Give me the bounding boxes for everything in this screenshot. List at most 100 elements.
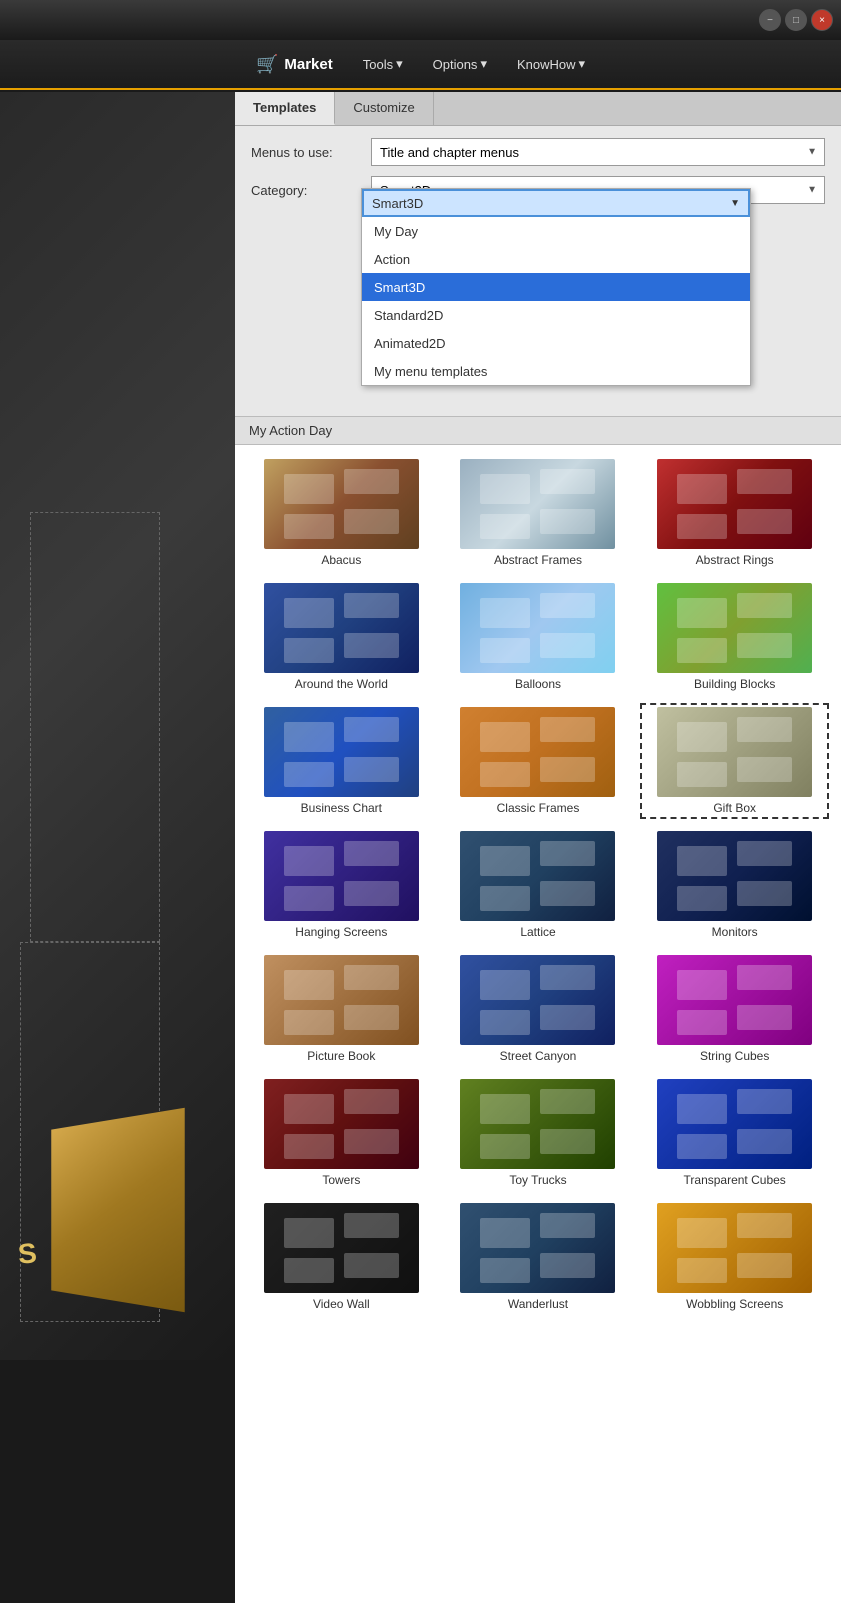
grid-item-building-blocks[interactable]: Building Blocks: [640, 579, 829, 695]
grid-item-string-cubes[interactable]: String Cubes: [640, 951, 829, 1067]
grid-item-classic-frames[interactable]: Classic Frames: [444, 703, 633, 819]
close-button[interactable]: ×: [811, 9, 833, 31]
knowhow-menu[interactable]: KnowHow ▾: [517, 56, 585, 72]
tab-bar: Templates Customize: [235, 92, 841, 126]
options-arrow: ▾: [480, 56, 487, 72]
grid-item-around-world[interactable]: Around the World: [247, 579, 436, 695]
tools-label: Tools: [363, 57, 393, 72]
grid-item-street-canyon[interactable]: Street Canyon: [444, 951, 633, 1067]
dropdown-selected-value: Smart3D: [372, 196, 423, 211]
menus-to-use-label: Menus to use:: [251, 145, 361, 160]
thumb-monitors: [657, 831, 812, 921]
options-label: Options: [433, 57, 478, 72]
grid-label-towers: Towers: [322, 1173, 360, 1187]
grid-label-business-chart: Business Chart: [301, 801, 382, 815]
thumb-hanging-screens: [264, 831, 419, 921]
grid-label-abacus: Abacus: [321, 553, 361, 567]
options-menu[interactable]: Options ▾: [433, 56, 487, 72]
thumb-wanderlust: [460, 1203, 615, 1293]
project-title-label: My Action Day: [249, 423, 332, 438]
dropdown-item-animated2d[interactable]: Animated2D: [362, 329, 750, 357]
grid-item-monitors[interactable]: Monitors: [640, 827, 829, 943]
thumb-building-blocks: [657, 583, 812, 673]
thumb-balloons: [460, 583, 615, 673]
thumb-abstract-rings: [657, 459, 812, 549]
maximize-button[interactable]: □: [785, 9, 807, 31]
grid-item-video-wall[interactable]: Video Wall: [247, 1199, 436, 1315]
thumb-lattice: [460, 831, 615, 921]
thumb-toy-trucks: [460, 1079, 615, 1169]
thumb-classic-frames: [460, 707, 615, 797]
category-dropdown[interactable]: Smart3D My Day Action Smart3D Standard2D…: [361, 188, 751, 386]
dropdown-item-smart3d[interactable]: Smart3D: [362, 273, 750, 301]
grid-item-transparent-cubes[interactable]: Transparent Cubes: [640, 1075, 829, 1191]
cart-icon: 🛒: [256, 54, 278, 75]
brand: 🛒 Market: [256, 54, 333, 75]
menus-to-use-row: Menus to use: Title and chapter menus Ti…: [251, 138, 825, 166]
dropdown-item-myday[interactable]: My Day: [362, 217, 750, 245]
grid-label-transparent-cubes: Transparent Cubes: [684, 1173, 786, 1187]
scene-content: S: [0, 92, 235, 1360]
thumb-towers: [264, 1079, 419, 1169]
grid-label-video-wall: Video Wall: [313, 1297, 370, 1311]
title-bar-controls: − □ ×: [759, 9, 833, 31]
grid-label-monitors: Monitors: [712, 925, 758, 939]
thumb-wobbling-screens: [657, 1203, 812, 1293]
tab-templates[interactable]: Templates: [235, 92, 335, 125]
grid-item-abstract-frames[interactable]: Abstract Frames: [444, 455, 633, 571]
grid-item-wanderlust[interactable]: Wanderlust: [444, 1199, 633, 1315]
thumb-string-cubes: [657, 955, 812, 1045]
tab-customize[interactable]: Customize: [335, 92, 433, 125]
grid-label-abstract-rings: Abstract Rings: [696, 553, 774, 567]
brand-label: Market: [284, 56, 332, 73]
dropdown-item-mymenu[interactable]: My menu templates: [362, 357, 750, 385]
grid-item-hanging-screens[interactable]: Hanging Screens: [247, 827, 436, 943]
grid-item-lattice[interactable]: Lattice: [444, 827, 633, 943]
menus-to-use-select[interactable]: Title and chapter menus Title menu only …: [371, 138, 825, 166]
tools-arrow: ▾: [396, 56, 403, 72]
controls-area: Menus to use: Title and chapter menus Ti…: [235, 126, 841, 226]
box-label: S: [17, 1237, 38, 1271]
grid-item-towers[interactable]: Towers: [247, 1075, 436, 1191]
grid-item-gift-box[interactable]: Gift Box: [640, 703, 829, 819]
knowhow-arrow: ▾: [579, 56, 586, 72]
grid-item-business-chart[interactable]: Business Chart: [247, 703, 436, 819]
menu-bar: 🛒 Market Tools ▾ Options ▾ KnowHow ▾: [0, 40, 841, 90]
thumb-abstract-frames: [460, 459, 615, 549]
grid-label-around-world: Around the World: [295, 677, 388, 691]
grid-label-toy-trucks: Toy Trucks: [509, 1173, 566, 1187]
thumb-abacus: [264, 459, 419, 549]
grid-label-street-canyon: Street Canyon: [500, 1049, 577, 1063]
grid-label-string-cubes: String Cubes: [700, 1049, 769, 1063]
grid-label-lattice: Lattice: [520, 925, 555, 939]
minimize-button[interactable]: −: [759, 9, 781, 31]
thumb-transparent-cubes: [657, 1079, 812, 1169]
grid-item-picture-book[interactable]: Picture Book: [247, 951, 436, 1067]
grid-label-balloons: Balloons: [515, 677, 561, 691]
left-panel: S: [0, 92, 235, 1360]
title-bar: − □ ×: [0, 0, 841, 40]
knowhow-label: KnowHow: [517, 57, 576, 72]
dropdown-item-standard2d[interactable]: Standard2D: [362, 301, 750, 329]
thumb-business-chart: [264, 707, 419, 797]
grid-label-classic-frames: Classic Frames: [497, 801, 580, 815]
template-grid: Abacus Abstract Frames Abstract Rings Aroun…: [247, 455, 829, 1315]
grid-label-abstract-frames: Abstract Frames: [494, 553, 582, 567]
grid-label-gift-box: Gift Box: [713, 801, 756, 815]
grid-item-balloons[interactable]: Balloons: [444, 579, 633, 695]
menus-to-use-wrapper[interactable]: Title and chapter menus Title menu only …: [371, 138, 825, 166]
dropdown-item-action[interactable]: Action: [362, 245, 750, 273]
thumb-picture-book: [264, 955, 419, 1045]
thumb-around-world: [264, 583, 419, 673]
dropdown-header[interactable]: Smart3D: [362, 189, 750, 217]
tools-menu[interactable]: Tools ▾: [363, 56, 403, 72]
grid-area: Abacus Abstract Frames Abstract Rings Aroun…: [235, 445, 841, 1603]
grid-item-toy-trucks[interactable]: Toy Trucks: [444, 1075, 633, 1191]
thumb-video-wall: [264, 1203, 419, 1293]
grid-item-wobbling-screens[interactable]: Wobbling Screens: [640, 1199, 829, 1315]
main-panel: Templates Customize Menus to use: Title …: [235, 92, 841, 1360]
grid-item-abstract-rings[interactable]: Abstract Rings: [640, 455, 829, 571]
selection-rect-1: [30, 512, 160, 942]
grid-label-wobbling-screens: Wobbling Screens: [686, 1297, 783, 1311]
grid-item-abacus[interactable]: Abacus: [247, 455, 436, 571]
